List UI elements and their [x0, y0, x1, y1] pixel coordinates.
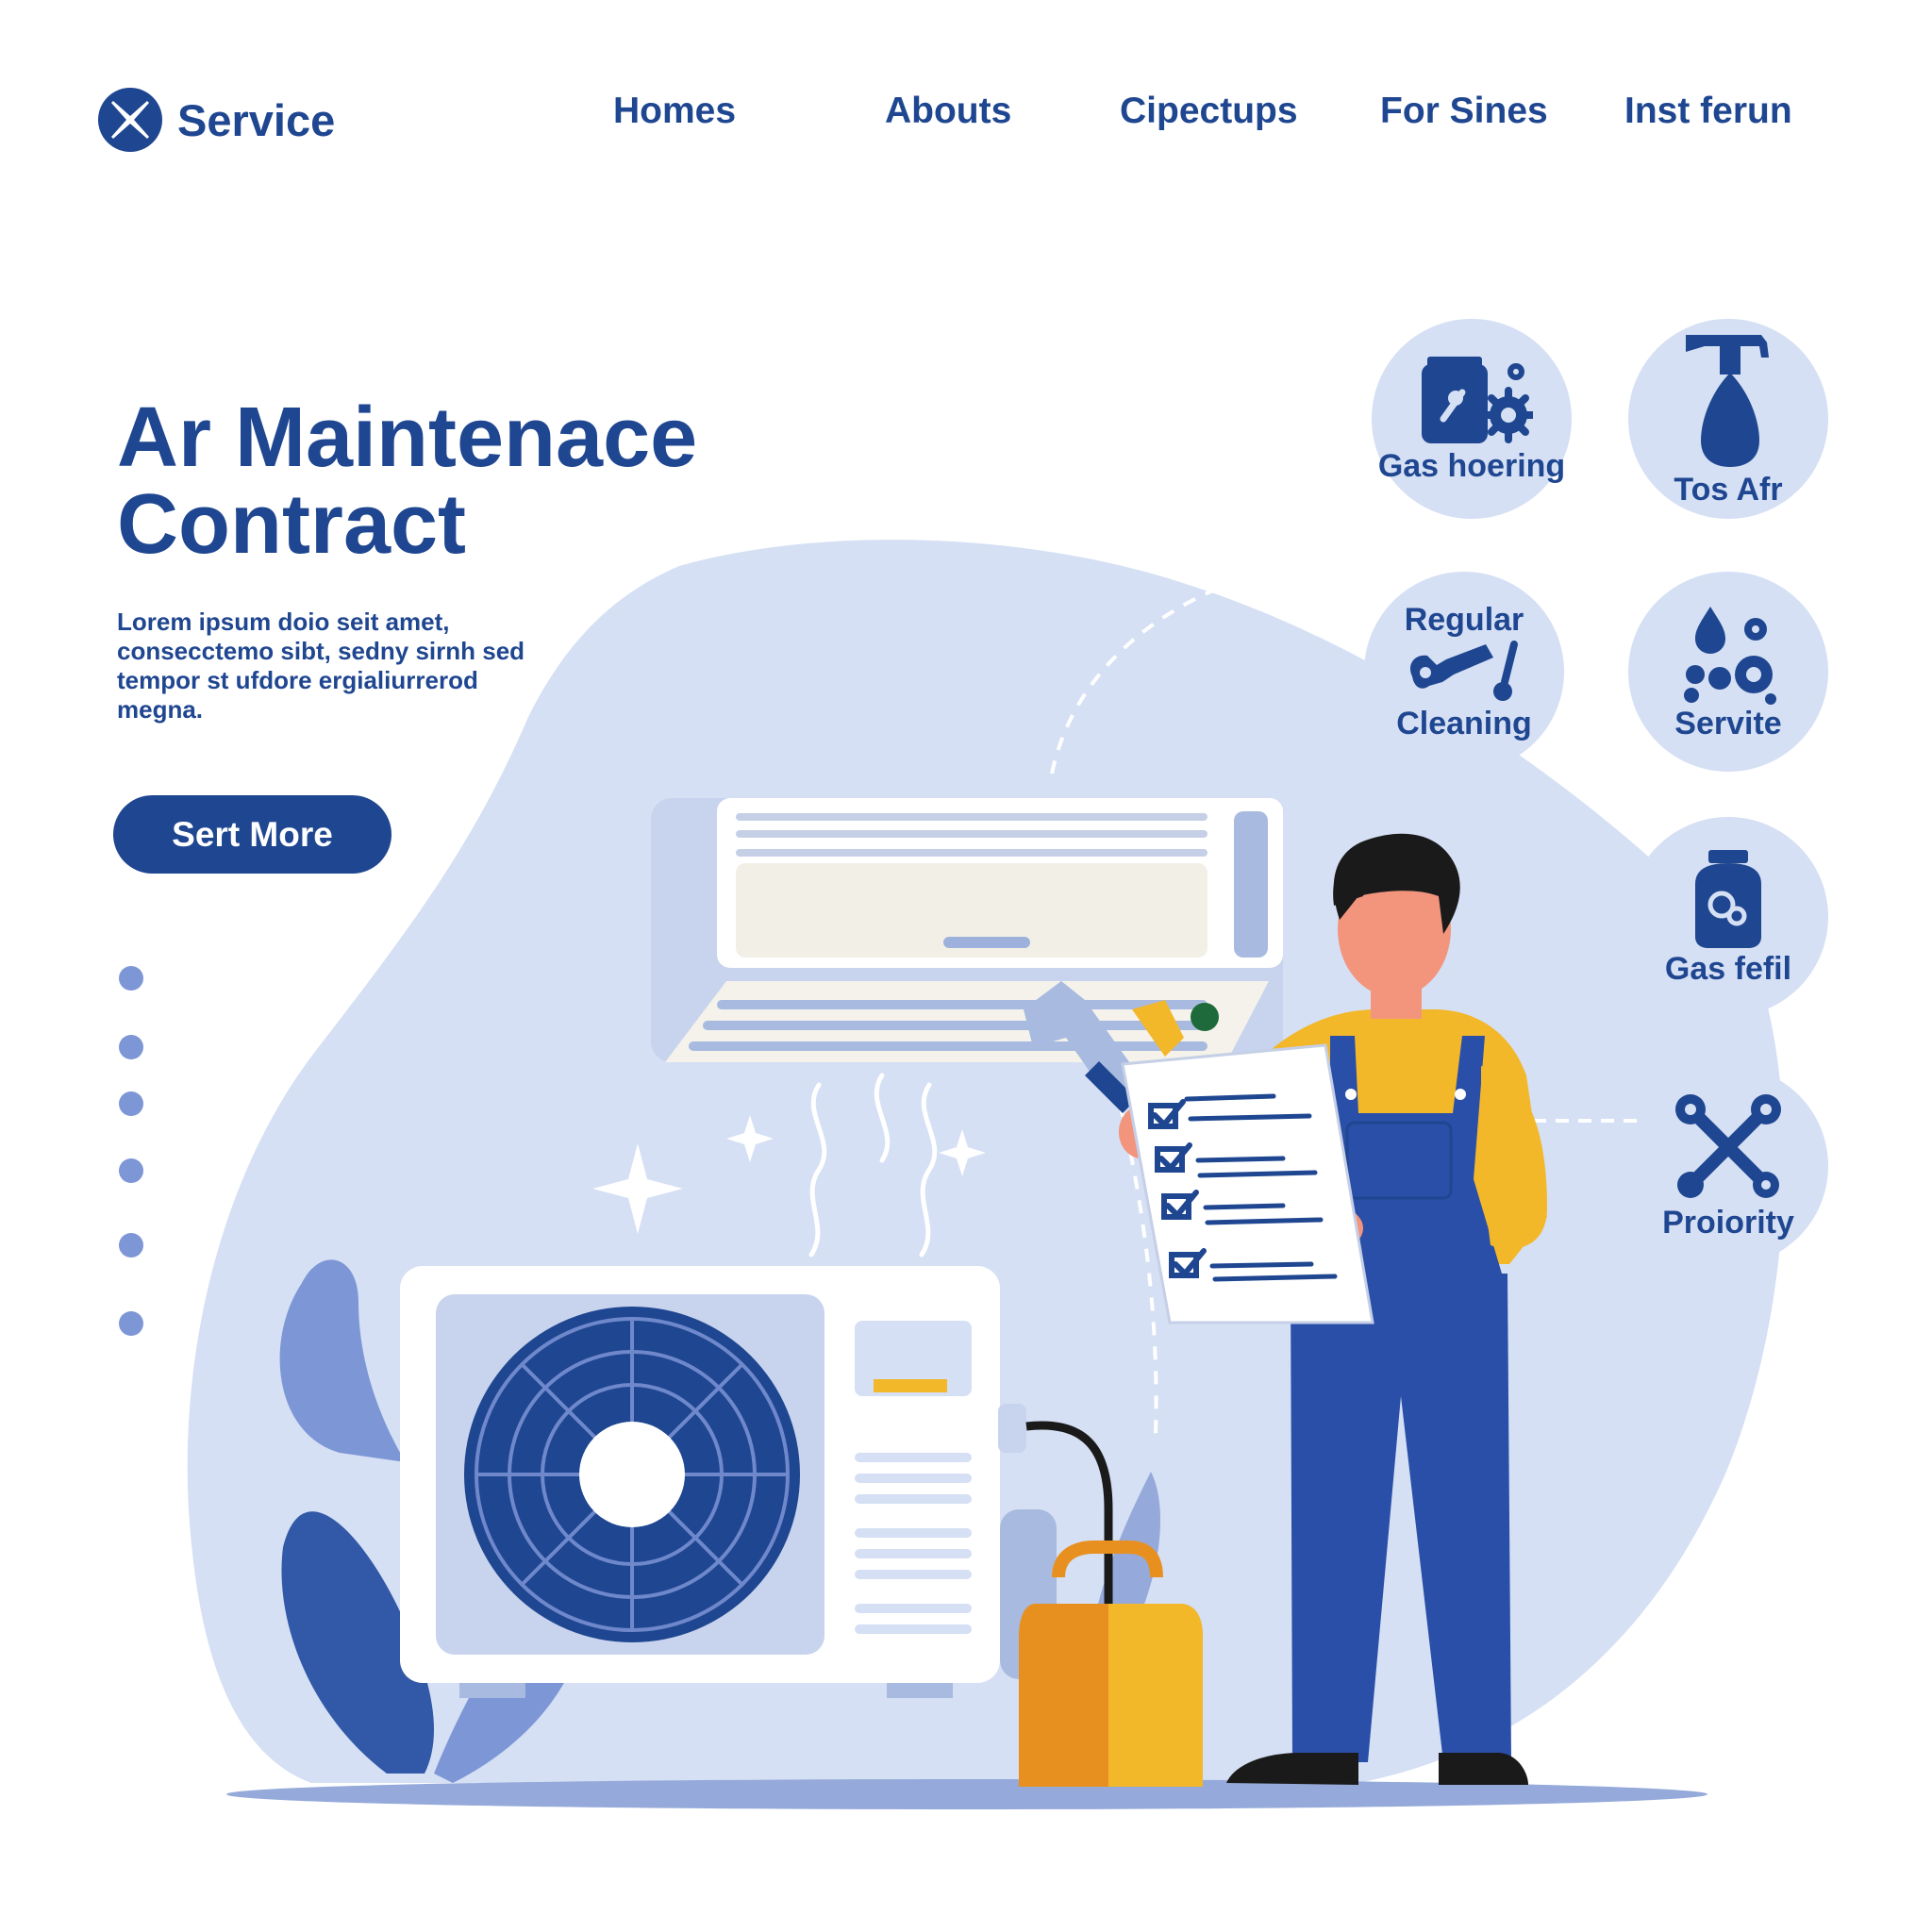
pagination-dot[interactable]: [119, 1091, 143, 1116]
droplets-gears-icon: [1684, 607, 1776, 705]
indoor-ac-unit: [651, 798, 1283, 1062]
service-proiority[interactable]: Proiority: [1628, 1066, 1828, 1266]
service-gas-fefil[interactable]: Gas fefil: [1628, 817, 1828, 1017]
service-label: Tos Afr: [1674, 472, 1783, 508]
service-servite[interactable]: Servite: [1628, 572, 1828, 772]
title-line-2: Contract: [117, 477, 467, 572]
service-label: Proiority: [1662, 1205, 1794, 1241]
cta-button[interactable]: Sert More: [113, 795, 391, 874]
pagination-dot[interactable]: [119, 966, 143, 991]
pagination-dot[interactable]: [119, 1233, 143, 1257]
service-label: Gas hoering: [1377, 448, 1566, 484]
service-regular-cleaning[interactable]: Regular Cleaning: [1364, 572, 1564, 772]
pagination-dot[interactable]: [119, 1158, 143, 1183]
hero-description: Lorem ipsum doio seit amet, consecctemo …: [117, 608, 525, 724]
service-label-top: Regular: [1404, 602, 1524, 638]
service-label: Servite: [1674, 706, 1782, 741]
outdoor-ac-unit: [400, 1266, 1057, 1698]
spray-bottle-icon: [1686, 335, 1769, 467]
service-tos-afr[interactable]: Tos Afr: [1628, 319, 1828, 519]
crossed-tools-icon: [1675, 1094, 1781, 1198]
gas-jar-gear-icon: [1422, 357, 1533, 443]
service-label-bottom: Cleaning: [1396, 706, 1532, 741]
gas-cylinder-icon: [1695, 850, 1761, 948]
title-line-1: Ar Maintenace: [117, 391, 698, 485]
service-label: Gas fefil: [1664, 951, 1792, 987]
page-title: Ar Maintenace Contract: [117, 394, 796, 568]
service-gas-hoering[interactable]: Gas hoering: [1372, 319, 1572, 519]
pagination-dot[interactable]: [119, 1035, 143, 1059]
wrench-cleaning-icon: [1409, 641, 1518, 701]
pagination-dot[interactable]: [119, 1311, 143, 1336]
